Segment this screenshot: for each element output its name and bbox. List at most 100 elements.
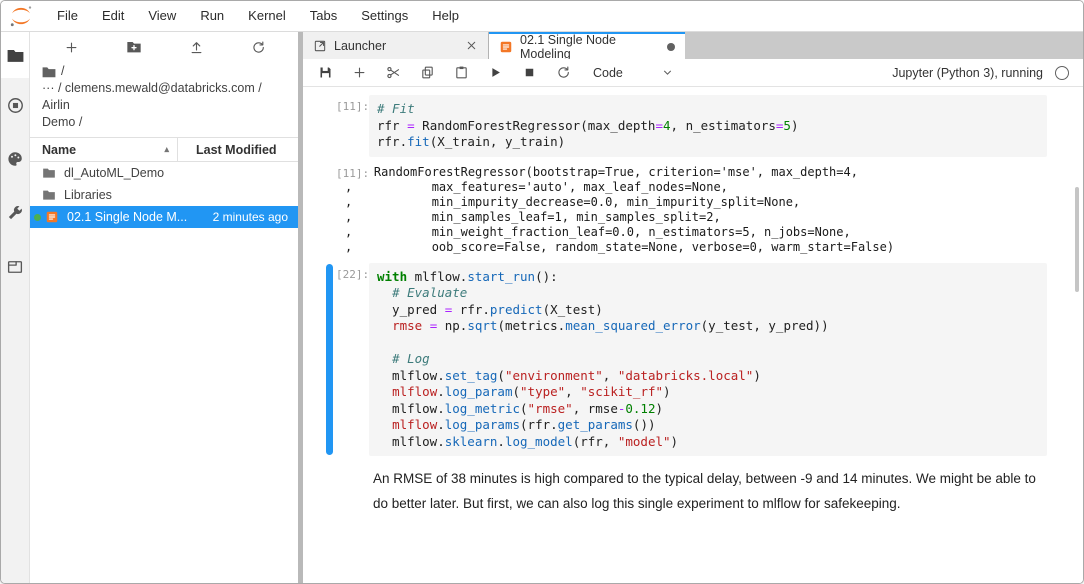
code-line: mlflow.log_param("type", "scikit_rf") <box>377 384 1039 401</box>
code-cell: [11]:# Fitrfr = RandomForestRegressor(ma… <box>303 95 1083 157</box>
code-line: mlflow.sklearn.log_model(rfr, "model") <box>377 434 1039 451</box>
activity-tab-running-sessions[interactable] <box>1 78 29 132</box>
file-list: dl_AutoML_Demo Libraries 02.1 Single Node … <box>30 162 298 228</box>
new-launcher-button[interactable] <box>60 36 82 58</box>
menu-item-help[interactable]: Help <box>420 8 471 23</box>
activity-tab-open-tabs[interactable] <box>1 240 29 294</box>
interrupt-kernel-icon <box>522 65 537 80</box>
folder-icon <box>42 166 56 180</box>
jupyter-logo-icon <box>9 5 33 27</box>
cell-type-dropdown[interactable]: Code <box>593 66 623 80</box>
breadcrumb-root[interactable]: / <box>61 63 64 80</box>
code-line: # Evaluate <box>377 285 1039 302</box>
chevron-down-icon[interactable] <box>661 66 674 79</box>
refresh-button[interactable] <box>248 36 270 58</box>
cut-cells-icon <box>386 65 401 80</box>
code-line: y_pred = rfr.predict(X_test) <box>377 302 1039 319</box>
paste-cells-button[interactable] <box>449 62 473 84</box>
file-name: Libraries <box>64 188 112 202</box>
open-tabs-icon <box>6 258 24 276</box>
run-cell-button[interactable] <box>483 62 507 84</box>
tab-bar: Launcher 02.1 Single Node Modeling <box>303 32 1083 59</box>
tab-launcher[interactable]: Launcher <box>303 32 489 59</box>
menu-item-edit[interactable]: Edit <box>90 8 136 23</box>
code-line: rmse = np.sqrt(metrics.mean_squared_erro… <box>377 318 1039 335</box>
cell-output-prompt: [11]: <box>336 165 369 180</box>
menu-item-view[interactable]: View <box>136 8 188 23</box>
code-line: # Fit <box>377 101 1039 118</box>
code-line: rfr = RandomForestRegressor(max_depth=4,… <box>377 118 1039 135</box>
run-cell-icon <box>488 65 503 80</box>
cut-cells-button[interactable] <box>381 62 405 84</box>
file-name: dl_AutoML_Demo <box>64 166 164 180</box>
file-list-item[interactable]: Libraries <box>30 184 298 206</box>
breadcrumb-path[interactable]: Demo / <box>42 114 288 131</box>
code-line: mlflow.log_metric("rmse", rmse-0.12) <box>377 401 1039 418</box>
menu-item-file[interactable]: File <box>45 8 90 23</box>
cell-code-editor[interactable]: # Fitrfr = RandomForestRegressor(max_dep… <box>369 95 1047 157</box>
home-folder-icon[interactable] <box>42 66 56 78</box>
insert-cell-icon <box>352 65 367 80</box>
menu-item-tabs[interactable]: Tabs <box>298 8 349 23</box>
running-sessions-icon <box>6 96 25 115</box>
code-line <box>377 335 1039 352</box>
cell-input-prompt: [22]: <box>336 263 369 457</box>
markdown-line: do better later. But first, we can also … <box>373 491 1043 516</box>
active-cell-collapser[interactable] <box>326 264 333 456</box>
cell-input-prompt: [11]: <box>336 95 369 157</box>
code-line: # Log <box>377 351 1039 368</box>
file-list-header: Name ▴ Last Modified <box>30 137 298 162</box>
column-header-name[interactable]: Name ▴ <box>30 138 177 161</box>
new-folder-icon <box>126 39 142 55</box>
tab-label: 02.1 Single Node Modeling <box>520 33 667 61</box>
file-name: 02.1 Single Node M... <box>67 210 187 224</box>
kernel-running-dot-icon <box>34 214 41 221</box>
menu-item-settings[interactable]: Settings <box>349 8 420 23</box>
copy-cells-button[interactable] <box>415 62 439 84</box>
notebook-icon <box>45 210 59 224</box>
save-button[interactable] <box>313 62 337 84</box>
upload-icon <box>189 40 204 55</box>
activity-tab-file-browser[interactable] <box>1 32 29 78</box>
kernel-status-indicator-icon <box>1055 66 1069 80</box>
code-line: with mlflow.start_run(): <box>377 269 1039 286</box>
breadcrumb-path[interactable]: ··· / clemens.mewald@databricks.com / Ai… <box>42 80 288 114</box>
cell-output-area: [11]: RandomForestRegressor(bootstrap=Tr… <box>303 165 1083 255</box>
column-header-last-modified[interactable]: Last Modified <box>177 138 298 161</box>
activity-tab-property-inspector[interactable] <box>1 186 29 240</box>
file-browser-panel: / ··· / clemens.mewald@databricks.com / … <box>30 32 298 583</box>
breadcrumb: / ··· / clemens.mewald@databricks.com / … <box>30 62 298 137</box>
file-list-item[interactable]: 02.1 Single Node M... 2 minutes ago <box>30 206 298 228</box>
markdown-cell[interactable]: An RMSE of 38 minutes is high compared t… <box>303 466 1083 516</box>
kernel-status-text: Jupyter (Python 3), running <box>892 66 1043 80</box>
close-icon[interactable] <box>465 39 478 52</box>
paste-cells-icon <box>454 65 469 80</box>
menu-bar: FileEditViewRunKernelTabsSettingsHelp <box>1 1 1083 32</box>
tab-label: Launcher <box>334 39 386 53</box>
upload-button[interactable] <box>185 36 207 58</box>
insert-cell-button[interactable] <box>347 62 371 84</box>
code-line: mlflow.log_params(rfr.get_params()) <box>377 417 1039 434</box>
jupyterlab-window: FileEditViewRunKernelTabsSettingsHelp / … <box>0 0 1084 584</box>
restart-kernel-button[interactable] <box>551 62 575 84</box>
new-folder-button[interactable] <box>123 36 145 58</box>
code-cell: [22]:with mlflow.start_run(): # Evaluate… <box>303 263 1083 457</box>
copy-cells-icon <box>420 65 435 80</box>
interrupt-kernel-button[interactable] <box>517 62 541 84</box>
output-text: RandomForestRegressor(bootstrap=True, cr… <box>345 165 1083 255</box>
folder-icon <box>42 188 56 202</box>
refresh-icon <box>251 40 266 55</box>
file-list-item[interactable]: dl_AutoML_Demo <box>30 162 298 184</box>
file-browser-toolbar <box>30 32 298 62</box>
tab-02-1-single-node-modeling[interactable]: 02.1 Single Node Modeling <box>489 32 685 59</box>
menu-item-kernel[interactable]: Kernel <box>236 8 298 23</box>
file-browser-icon <box>6 46 25 65</box>
cell-code-editor[interactable]: with mlflow.start_run(): # Evaluate y_pr… <box>369 263 1047 457</box>
activity-tab-command-palette[interactable] <box>1 132 29 186</box>
sort-ascending-icon: ▴ <box>164 144 169 155</box>
command-palette-icon <box>6 150 24 168</box>
launcher-icon <box>313 39 327 53</box>
last-modified-value: 2 minutes ago <box>213 210 298 224</box>
menu-item-run[interactable]: Run <box>188 8 236 23</box>
notebook-toolbar: Code Jupyter (Python 3), running <box>303 59 1083 87</box>
